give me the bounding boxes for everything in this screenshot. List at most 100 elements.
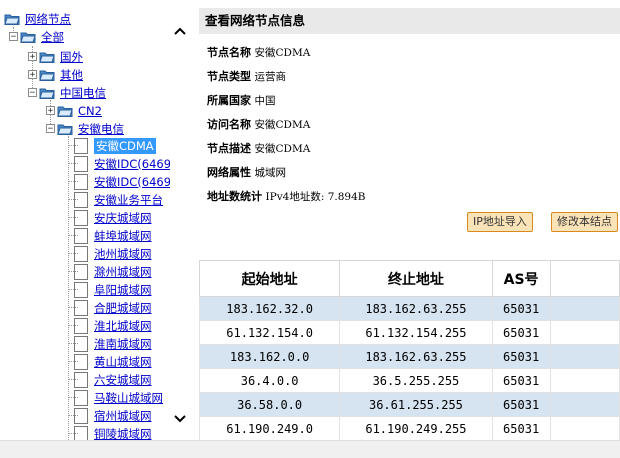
tree-node-china-telecom[interactable]: − 中国电信 [28,84,106,101]
tree-guide-line [68,343,78,344]
ip-import-button[interactable]: IP地址导入 [467,212,533,232]
tree-node-foreign[interactable]: + 国外 [28,48,83,65]
collapse-toggle-icon[interactable]: − [9,32,18,42]
tree-leaf-label[interactable]: 池州城域网 [94,246,152,262]
tree-label-anhui-telecom[interactable]: 安徽电信 [78,121,124,137]
tree-leaf-label[interactable]: 合肥城域网 [94,300,152,316]
tree-leaf-label[interactable]: 安徽IDC(64699 [94,174,178,190]
expand-toggle-icon[interactable]: + [28,52,37,62]
panel-title: 查看网络节点信息 [199,8,620,34]
tree-leaf[interactable]: 滁州城域网 [74,263,152,280]
cell-end: 183.162.63.255 [339,344,493,369]
tree-leaf-label[interactable]: 蚌埠城域网 [94,228,152,244]
tree-label-china-telecom[interactable]: 中国电信 [60,85,106,101]
scroll-up-arrow-icon[interactable] [174,24,186,38]
folder-icon [39,70,55,81]
tree-leaf[interactable]: 淮南城域网 [74,335,152,352]
column-header-empty [549,260,620,297]
field-country: 所属国家 中国 [207,92,276,108]
scroll-down-arrow-icon[interactable] [174,412,186,426]
cell-start: 36.58.0.0 [199,392,341,417]
tree-node-anhui-telecom[interactable]: − 安徽电信 [46,120,124,137]
tree-leaf[interactable]: 池州城域网 [74,245,152,262]
field-value: 安徽CDMA [254,143,311,155]
table-header-row: 起始地址 终止地址 AS号 [199,260,620,297]
cell-as: 65031 [491,296,551,321]
column-header-end[interactable]: 终止地址 [339,260,493,297]
cell-start: 183.162.32.0 [199,296,341,321]
horizontal-scrollbar[interactable] [0,440,620,458]
tree-guide-line [68,235,78,236]
tree-label-foreign[interactable]: 国外 [60,49,83,65]
tree-leaf[interactable]: 阜阳城域网 [74,281,152,298]
tree-leaf-label[interactable]: 淮北城域网 [94,318,152,334]
tree-node-cn2[interactable]: + CN2 [46,102,102,119]
tree-label-cn2[interactable]: CN2 [78,104,102,118]
tree-leaf[interactable]: 安徽IDC(64698 [74,155,178,172]
tree-leaf[interactable]: 安徽业务平台 [74,191,163,208]
tree-leaf[interactable]: 六安城域网 [74,371,152,388]
folder-icon [39,52,55,63]
tree-leaf-label[interactable]: 安徽IDC(64698 [94,156,178,172]
tree-guide-line [68,199,78,200]
edit-node-button[interactable]: 修改本结点 [551,212,618,232]
tree-leaf-label[interactable]: 黄山城域网 [94,354,152,370]
tree-leaf-label[interactable]: 滁州城域网 [94,264,152,280]
tree-leaf-label[interactable]: 铜陵城域网 [94,426,152,441]
table-row[interactable]: 36.58.0.0 36.61.255.255 65031 [199,392,620,417]
tree-leaf-label[interactable]: 安徽业务平台 [94,192,163,208]
table-row[interactable]: 61.132.154.0 61.132.154.255 65031 [199,320,620,345]
tree-leaf-label[interactable]: 淮南城域网 [94,336,152,352]
tree-guide-line [68,307,78,308]
tree-leaf[interactable]: 淮北城域网 [74,317,152,334]
tree-guide-line [68,433,78,434]
cell-as: 65031 [491,392,551,417]
tree-label-root[interactable]: 网络节点 [25,11,71,27]
field-label: 节点类型 [207,70,251,83]
table-row[interactable]: 183.162.32.0 183.162.63.255 65031 [199,296,620,321]
tree-leaf[interactable]: 黄山城域网 [74,353,152,370]
collapse-toggle-icon[interactable]: − [28,88,37,98]
column-header-start[interactable]: 起始地址 [199,260,341,297]
field-label: 访问名称 [207,118,251,131]
tree-guide-line [68,163,78,164]
table-row[interactable]: 61.190.249.0 61.190.249.255 65031 [199,416,620,440]
tree-leaf[interactable]: 宿州城域网 [74,407,152,424]
tree-label-other[interactable]: 其他 [60,67,83,83]
cell-as: 65031 [491,344,551,369]
table-row[interactable]: 36.4.0.0 36.5.255.255 65031 [199,368,620,393]
tree-leaf[interactable]: 铜陵城域网 [74,425,152,440]
cell-end: 36.61.255.255 [339,392,493,417]
address-table: 起始地址 终止地址 AS号 183.162.32.0 183.162.63.25… [199,260,620,440]
tree-leaf-label[interactable]: 阜阳城域网 [94,282,152,298]
tree-node-other[interactable]: + 其他 [28,66,83,83]
tree-leaf-label[interactable]: 马鞍山城域网 [94,390,163,406]
tree-node-root[interactable]: 网络节点 [4,10,71,27]
tree-leaf-label-selected[interactable]: 安徽CDMA [94,137,156,154]
tree-leaf-label[interactable]: 六安城域网 [94,372,152,388]
tree-guide-line [68,325,78,326]
table-row[interactable]: 183.162.0.0 183.162.63.255 65031 [199,344,620,369]
tree-leaf[interactable]: 马鞍山城域网 [74,389,163,406]
tree-label-all[interactable]: 全部 [41,29,64,45]
tree-leaf[interactable]: 安徽IDC(64699 [74,173,178,190]
tree-guide-line [68,379,78,380]
tree-leaf[interactable]: 合肥城域网 [74,299,152,316]
column-header-as[interactable]: AS号 [491,260,551,297]
tree-leaf-label[interactable]: 安庆城域网 [94,210,152,226]
expand-toggle-icon[interactable]: + [46,106,55,116]
tree-scrollbar[interactable] [170,0,192,440]
field-access-name: 访问名称 安徽CDMA [207,116,310,132]
field-label: 节点描述 [207,142,251,155]
tree-leaf[interactable]: 安徽CDMA [74,137,156,154]
field-label: 节点名称 [207,46,251,59]
expand-toggle-icon[interactable]: + [28,70,37,80]
cell-as: 65031 [491,368,551,393]
tree-node-all[interactable]: − 全部 [9,28,64,45]
tree-leaf[interactable]: 安庆城域网 [74,209,152,226]
tree-leaf[interactable]: 蚌埠城域网 [74,227,152,244]
tree-leaf-label[interactable]: 宿州城域网 [94,408,152,424]
collapse-toggle-icon[interactable]: − [46,124,55,134]
field-value: IPv4地址数: 7.894B [265,191,366,203]
cell-start: 61.132.154.0 [199,320,341,345]
